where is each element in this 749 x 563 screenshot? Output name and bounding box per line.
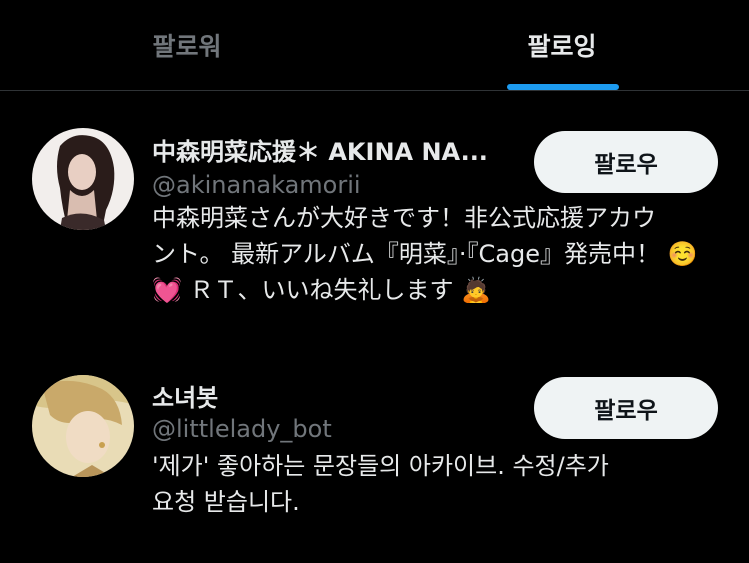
user-handle: @akinanakamorii [152,171,361,199]
bio-line: 中森明菜さんが大好きです！非公式応援アカウ [152,204,656,232]
user-bio: 中森明菜さんが大好きです！非公式応援アカウ ント。 最新アルバム『明菜』·『Ca… [152,200,712,308]
bio-line: 요청 받습니다. [152,488,300,516]
display-name[interactable]: 中森明菜応援＊ AKINA NA... [152,132,522,167]
tab-followers[interactable]: 팔로워 [0,0,374,90]
bio-line: 💓 ＲＴ、いいね失礼します 🙇 [152,276,492,304]
user-handle: @littlelady_bot [152,415,332,443]
avatar-photo [32,375,134,477]
user-bio: '제가' 좋아하는 문장들의 아카이브. 수정/추가 요청 받습니다. [152,448,712,520]
bio-line: ント。 最新アルバム『明菜』·『Cage』発売中！ ☺️ [152,240,698,268]
avatar-photo [32,128,134,230]
active-tab-indicator [507,84,619,90]
tab-following[interactable]: 팔로잉 [375,0,749,90]
avatar[interactable] [32,375,134,477]
avatar[interactable] [32,128,134,230]
follow-button[interactable]: 팔로우 [534,377,718,439]
bio-line: '제가' 좋아하는 문장들의 아카이브. 수정/추가 [152,452,609,480]
display-name[interactable]: 소녀봇 [152,378,522,413]
follow-button[interactable]: 팔로우 [534,131,718,193]
follow-tabs: 팔로워 팔로잉 [0,0,749,91]
